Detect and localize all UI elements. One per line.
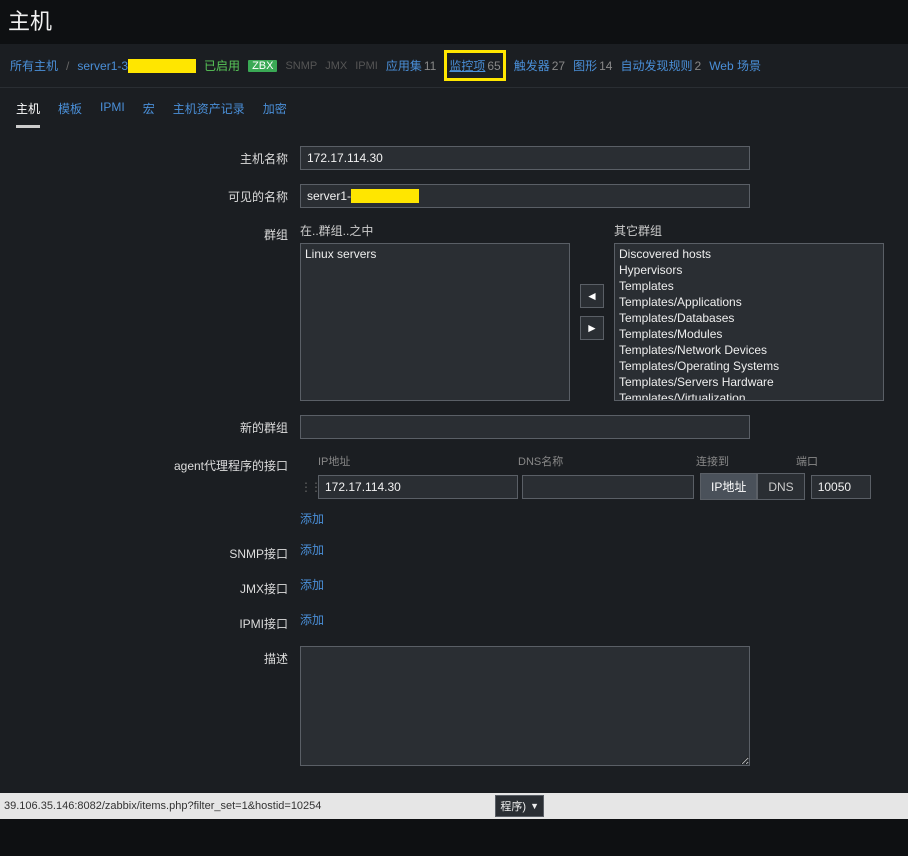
snmp-add-link[interactable]: 添加 <box>300 541 324 558</box>
list-item[interactable]: Discovered hosts <box>617 246 881 262</box>
monitored-text: 程序) <box>500 798 526 814</box>
nav-triggers[interactable]: 触发器27 <box>514 57 565 74</box>
agent-ip-input[interactable] <box>318 475 518 499</box>
page-title: 主机 <box>0 0 908 44</box>
agent-add-link[interactable]: 添加 <box>300 510 324 527</box>
ipmi-add-link[interactable]: 添加 <box>300 611 324 628</box>
new-group-label: 新的群组 <box>10 415 300 436</box>
tab-bar: 主机 模板 IPMI 宏 主机资产记录 加密 <box>0 88 908 128</box>
tab-host[interactable]: 主机 <box>16 96 40 128</box>
list-item[interactable]: Templates <box>617 278 881 294</box>
agent-dns-input[interactable] <box>522 475 694 499</box>
agent-iface-row: ⋮⋮ IP地址 DNS <box>300 473 898 500</box>
jmx-label: JMX接口 <box>10 576 300 597</box>
iface-header: IP地址 DNS名称 连接到 端口 <box>300 453 898 469</box>
tab-inventory[interactable]: 主机资产记录 <box>173 96 245 128</box>
description-textarea[interactable] <box>300 646 750 766</box>
nav-graphs[interactable]: 图形14 <box>573 57 612 74</box>
redacted-text: xxxxxxxxxx <box>351 189 419 203</box>
host-name-label: 主机名称 <box>10 146 300 167</box>
move-left-button[interactable]: ◄ <box>580 284 604 308</box>
host-name-input[interactable] <box>300 146 750 170</box>
visible-name-input[interactable]: server1-xxxxxxxxxx <box>300 184 750 208</box>
connect-dns-button[interactable]: DNS <box>757 473 804 500</box>
agent-iface-label: agent代理程序的接口 <box>10 453 300 474</box>
list-item[interactable]: Templates/Applications <box>617 294 881 310</box>
chevron-down-icon: ▼ <box>530 801 539 811</box>
agent-port-input[interactable] <box>811 475 871 499</box>
col-ip: IP地址 <box>300 453 518 469</box>
monitored-by-select[interactable]: 程序) ▼ <box>495 795 544 817</box>
desc-label: 描述 <box>10 646 300 667</box>
breadcrumb-sep: / <box>66 59 69 73</box>
other-groups-header: 其它群组 <box>614 222 884 239</box>
col-port: 端口 <box>796 453 856 469</box>
proto-ipmi: IPMI <box>355 60 378 72</box>
tab-macros[interactable]: 宏 <box>143 96 155 128</box>
in-groups-listbox[interactable]: Linux servers <box>300 243 570 401</box>
list-item[interactable]: Linux servers <box>303 246 567 262</box>
list-item[interactable]: Templates/Servers Hardware <box>617 374 881 390</box>
list-item[interactable]: Templates/Virtualization <box>617 390 881 401</box>
nav-items-highlight[interactable]: 监控项65 <box>444 50 505 81</box>
nav-discovery[interactable]: 自动发现规则2 <box>620 57 701 74</box>
all-hosts-link[interactable]: 所有主机 <box>10 57 58 74</box>
status-bar: 39.106.35.146:8082/zabbix/items.php?filt… <box>0 793 908 819</box>
snmp-label: SNMP接口 <box>10 541 300 562</box>
breadcrumb-bar: 所有主机 / server1-3xxxxxxxxxx 已启用 ZBX SNMP … <box>0 44 908 88</box>
host-form: 主机名称 可见的名称 server1-xxxxxxxxxx 群组 在..群组..… <box>0 128 908 793</box>
proto-jmx: JMX <box>325 60 347 72</box>
breadcrumb-hostname[interactable]: server1-3xxxxxxxxxx <box>77 59 196 73</box>
col-connect: 连接到 <box>696 453 796 469</box>
nav-apps[interactable]: 应用集11 <box>386 57 436 74</box>
status-url: 39.106.35.146:8082/zabbix/items.php?filt… <box>4 800 321 812</box>
col-dns: DNS名称 <box>518 453 696 469</box>
zbx-badge: ZBX <box>248 60 277 72</box>
visible-name-label: 可见的名称 <box>10 184 300 205</box>
redacted-text: xxxxxxxxxx <box>128 59 196 73</box>
list-item[interactable]: Templates/Modules <box>617 326 881 342</box>
drag-handle-icon[interactable]: ⋮⋮ <box>300 480 314 494</box>
status-enabled: 已启用 <box>204 57 240 74</box>
tab-templates[interactable]: 模板 <box>58 96 82 128</box>
visible-name-prefix: server1- <box>307 189 351 203</box>
list-item[interactable]: Templates/Databases <box>617 310 881 326</box>
groups-label: 群组 <box>10 222 300 243</box>
list-item[interactable]: Hypervisors <box>617 262 881 278</box>
tab-ipmi[interactable]: IPMI <box>100 96 125 128</box>
new-group-input[interactable] <box>300 415 750 439</box>
ipmi-iface-label: IPMI接口 <box>10 611 300 632</box>
hostname-prefix: server1-3 <box>77 59 128 73</box>
list-item[interactable]: Templates/Operating Systems <box>617 358 881 374</box>
other-groups-listbox[interactable]: Discovered hosts Hypervisors Templates T… <box>614 243 884 401</box>
connect-ip-button[interactable]: IP地址 <box>700 473 757 500</box>
list-item[interactable]: Templates/Network Devices <box>617 342 881 358</box>
in-groups-header: 在..群组..之中 <box>300 222 570 239</box>
jmx-add-link[interactable]: 添加 <box>300 576 324 593</box>
nav-web[interactable]: Web 场景 <box>709 57 761 74</box>
tab-encryption[interactable]: 加密 <box>263 96 287 128</box>
proto-snmp: SNMP <box>285 60 317 72</box>
move-right-button[interactable]: ► <box>580 316 604 340</box>
